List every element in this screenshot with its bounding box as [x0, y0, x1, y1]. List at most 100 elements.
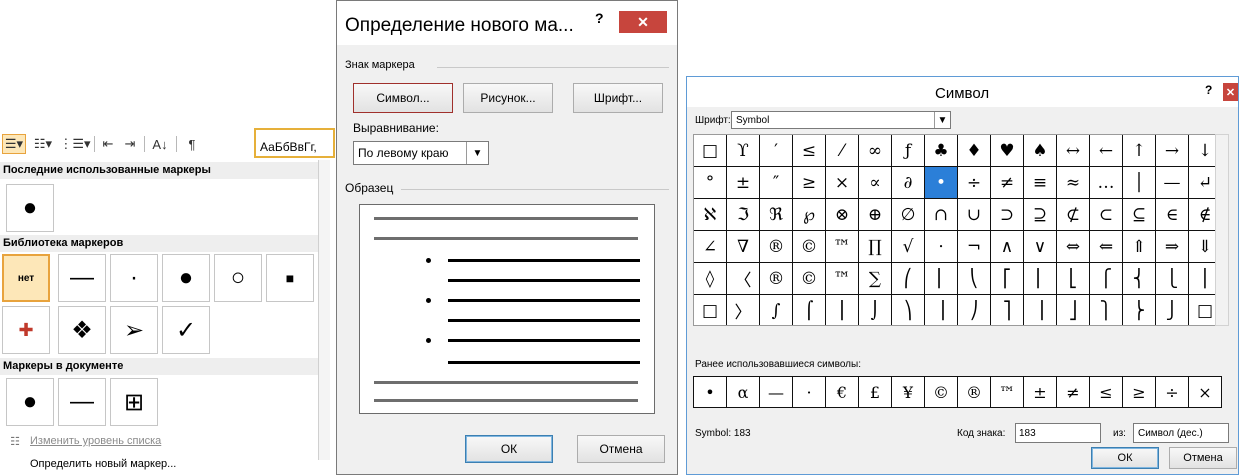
symbol-cell[interactable]: ±: [727, 167, 760, 199]
symbol-cell[interactable]: ©: [793, 231, 826, 263]
symbol-cell[interactable]: ⎦: [1057, 295, 1090, 325]
symbol-cell[interactable]: 〉: [727, 295, 760, 325]
recent-symbol-cell[interactable]: •: [694, 377, 727, 407]
recent-symbol-cell[interactable]: £: [859, 377, 892, 407]
symbol-cell[interactable]: ⊃: [991, 199, 1024, 231]
recent-symbol-cell[interactable]: ±: [1024, 377, 1057, 407]
symbol-cell[interactable]: ™: [826, 231, 859, 263]
panel-scrollbar[interactable]: [318, 160, 330, 460]
symbol-grid-scrollbar[interactable]: [1215, 134, 1229, 326]
symbol-cell[interactable]: ⇐: [1090, 231, 1123, 263]
recent-symbol-cell[interactable]: ×: [1189, 377, 1222, 407]
symbol-cell[interactable]: ⌠: [793, 295, 826, 325]
recent-symbol-cell[interactable]: ©: [925, 377, 958, 407]
symbol-cell[interactable]: 〈: [727, 263, 760, 295]
symbol-cell[interactable]: ⊕: [859, 199, 892, 231]
cancel-button[interactable]: Отмена: [577, 435, 665, 463]
symbol-cell[interactable]: ⎧: [1090, 263, 1123, 295]
symbol-cell[interactable]: ⎢: [1024, 263, 1057, 295]
symbol-cell[interactable]: ≡: [1024, 167, 1057, 199]
symbol-cell[interactable]: ♣: [925, 135, 958, 167]
symbol-cell[interactable]: ∅: [892, 199, 925, 231]
symbol-cell[interactable]: ×: [826, 167, 859, 199]
document-bullet-item[interactable]: ⊞: [110, 378, 158, 426]
document-bullet-item[interactable]: ●: [6, 378, 54, 426]
ok-button[interactable]: ОК: [1091, 447, 1159, 469]
recent-symbol-cell[interactable]: ≠: [1057, 377, 1090, 407]
library-bullet-dot[interactable]: ·: [110, 254, 158, 302]
symbol-cell[interactable]: ⊇: [1024, 199, 1057, 231]
recent-symbol-cell[interactable]: ™: [991, 377, 1024, 407]
symbol-cell[interactable]: ∧: [991, 231, 1024, 263]
cancel-button[interactable]: Отмена: [1169, 447, 1237, 469]
library-bullet-hollow-circle[interactable]: ○: [214, 254, 262, 302]
code-base-select[interactable]: Символ (дес.): [1133, 423, 1229, 443]
symbol-cell[interactable]: ⎥: [1024, 295, 1057, 325]
symbol-cell[interactable]: ℑ: [727, 199, 760, 231]
symbol-cell[interactable]: ⎭: [1156, 295, 1189, 325]
styles-preview[interactable]: АаБбВвГг,: [254, 128, 335, 158]
library-bullet-dash[interactable]: —: [58, 254, 106, 302]
symbol-cell[interactable]: ⊂: [1090, 199, 1123, 231]
symbol-cell[interactable]: ♥: [991, 135, 1024, 167]
pilcrow-icon[interactable]: ¶: [184, 134, 200, 154]
symbol-cell[interactable]: °: [694, 167, 727, 199]
symbol-cell[interactable]: ⁄: [826, 135, 859, 167]
library-bullet-diamonds[interactable]: ❖: [58, 306, 106, 354]
symbol-cell[interactable]: ⇔: [1057, 231, 1090, 263]
symbol-cell[interactable]: ⎮: [826, 295, 859, 325]
symbol-cell[interactable]: ⊆: [1123, 199, 1156, 231]
symbol-cell[interactable]: ◊: [694, 263, 727, 295]
font-button[interactable]: Шрифт...: [573, 83, 663, 113]
symbol-cell[interactable]: │: [1123, 167, 1156, 199]
symbol-cell[interactable]: ⎟: [925, 295, 958, 325]
recent-symbol-cell[interactable]: ÷: [1156, 377, 1189, 407]
alignment-select[interactable]: По левому краю ▼: [353, 141, 489, 165]
close-icon[interactable]: ✕: [1223, 83, 1238, 101]
symbol-cell[interactable]: ′: [760, 135, 793, 167]
font-select[interactable]: Symbol ▼: [731, 111, 951, 129]
symbol-cell[interactable]: ⎩: [1156, 263, 1189, 295]
recent-symbol-cell[interactable]: α: [727, 377, 760, 407]
symbol-cell[interactable]: ℜ: [760, 199, 793, 231]
symbol-cell[interactable]: ⎠: [958, 295, 991, 325]
symbol-cell[interactable]: ∞: [859, 135, 892, 167]
decrease-indent-icon[interactable]: ⇤: [98, 134, 118, 154]
symbol-cell[interactable]: ←: [1090, 135, 1123, 167]
recent-symbol-cell[interactable]: ®: [958, 377, 991, 407]
recent-symbol-cell[interactable]: €: [826, 377, 859, 407]
menu-define-new-bullet[interactable]: Определить новый маркер...: [0, 455, 176, 473]
symbol-cell[interactable]: ″: [760, 167, 793, 199]
library-bullet-square[interactable]: ■: [266, 254, 314, 302]
symbol-cell[interactable]: ⎤: [991, 295, 1024, 325]
char-code-field[interactable]: 183: [1015, 423, 1101, 443]
symbol-cell[interactable]: ϒ: [727, 135, 760, 167]
symbol-cell[interactable]: ⎨: [1123, 263, 1156, 295]
symbol-cell[interactable]: ⎣: [1057, 263, 1090, 295]
symbol-cell[interactable]: ⋅: [925, 231, 958, 263]
symbol-cell[interactable]: …: [1090, 167, 1123, 199]
symbol-cell[interactable]: ⌡: [859, 295, 892, 325]
symbol-cell[interactable]: ⎝: [958, 263, 991, 295]
symbol-cell[interactable]: •: [925, 167, 958, 199]
symbol-cell[interactable]: ℵ: [694, 199, 727, 231]
symbol-cell[interactable]: —: [1156, 167, 1189, 199]
recent-symbol-cell[interactable]: ≤: [1090, 377, 1123, 407]
symbol-cell[interactable]: ∨: [1024, 231, 1057, 263]
symbol-cell[interactable]: ≥: [793, 167, 826, 199]
recent-symbol-cell[interactable]: ·: [793, 377, 826, 407]
symbol-cell[interactable]: ⎜: [925, 263, 958, 295]
symbol-cell[interactable]: ⎬: [1123, 295, 1156, 325]
library-bullet-none[interactable]: нет: [2, 254, 50, 302]
symbol-cell[interactable]: ⎛: [892, 263, 925, 295]
symbol-cell[interactable]: ®: [760, 231, 793, 263]
symbol-cell[interactable]: ∝: [859, 167, 892, 199]
symbol-cell[interactable]: ≈: [1057, 167, 1090, 199]
document-bullet-item[interactable]: —: [58, 378, 106, 426]
symbol-cell[interactable]: ÷: [958, 167, 991, 199]
recent-symbol-cell[interactable]: —: [760, 377, 793, 407]
symbol-cell[interactable]: ⇒: [1156, 231, 1189, 263]
symbol-cell[interactable]: ƒ: [892, 135, 925, 167]
symbol-button[interactable]: Символ...: [353, 83, 453, 113]
recent-bullet-item[interactable]: ●: [6, 184, 54, 232]
